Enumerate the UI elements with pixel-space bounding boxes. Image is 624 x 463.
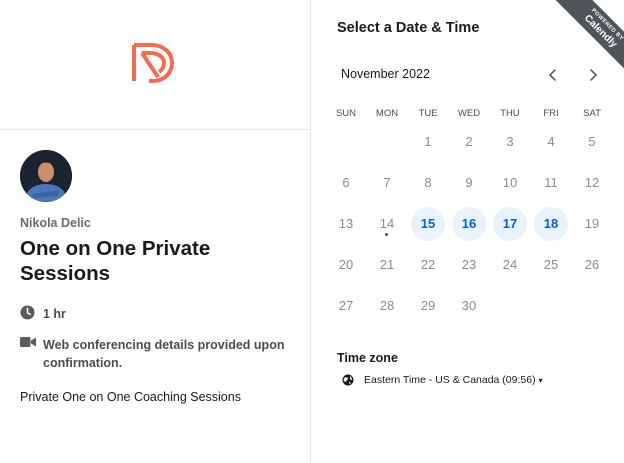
globe-icon <box>342 374 354 386</box>
powered-by-badge[interactable]: POWERED BY Calendly <box>546 0 624 78</box>
weekday-tue: TUE <box>418 108 438 119</box>
timezone-value: Eastern Time - US & Canada (09:56) <box>364 374 536 386</box>
calendar-day: 4 <box>547 134 555 149</box>
weekday-fri: FRI <box>543 108 559 119</box>
calendar-day: 5 <box>588 134 596 149</box>
calendar-day: 23 <box>461 257 477 272</box>
host-name: Nikola Delic <box>20 216 91 230</box>
calendar-day-available[interactable]: 16 <box>452 207 486 241</box>
calendar-day-available[interactable]: 18 <box>534 207 568 241</box>
weekday-thu: THU <box>500 108 520 119</box>
calendar-day: 27 <box>338 298 354 313</box>
calendar-day: 21 <box>379 257 395 272</box>
calendar-day: 3 <box>506 134 514 149</box>
calendar-day: 9 <box>465 175 473 190</box>
calendar-day: 25 <box>543 257 559 272</box>
caret-down-icon: ▾ <box>538 375 543 385</box>
event-title: One on One Private Sessions <box>20 237 211 285</box>
today-indicator <box>385 233 388 236</box>
calendar-day: 24 <box>502 257 518 272</box>
month-label: November 2022 <box>341 67 430 81</box>
calendar-day: 7 <box>383 175 391 190</box>
date-time-picker: Select a Date & Time November 2022 Time … <box>312 0 624 463</box>
conferencing-details: Web conferencing details provided upon c… <box>43 338 285 370</box>
event-description: Private One on One Coaching Sessions <box>20 390 241 404</box>
event-details-panel: Nikola Delic One on One Private Sessions… <box>0 0 311 463</box>
calendar-day: 14 <box>370 207 404 241</box>
weekday-sat: SAT <box>583 108 601 119</box>
event-duration: 1 hr <box>43 307 66 321</box>
calendar-day: 1 <box>424 134 432 149</box>
calendar-day: 28 <box>379 298 395 313</box>
weekday-mon: MON <box>375 108 399 119</box>
calendar-day: 26 <box>584 257 600 272</box>
calendar-day: 30 <box>461 298 477 313</box>
picker-heading: Select a Date & Time <box>337 20 480 36</box>
weekday-wed: WED <box>457 108 481 119</box>
calendar-day: 2 <box>465 134 473 149</box>
calendar-day-available[interactable]: 15 <box>411 207 445 241</box>
host-avatar <box>20 150 72 202</box>
timezone-label: Time zone <box>337 351 398 365</box>
brand-logo <box>132 43 174 83</box>
calendar-day: 20 <box>338 257 354 272</box>
calendar-day: 10 <box>502 175 518 190</box>
calendar-day: 22 <box>420 257 436 272</box>
timezone-selector[interactable]: Eastern Time - US & Canada (09:56) ▾ <box>342 372 543 388</box>
calendar-day: 19 <box>584 216 600 231</box>
clock-icon <box>20 305 35 320</box>
calendar-day: 29 <box>420 298 436 313</box>
video-camera-icon <box>20 337 36 347</box>
logo-area <box>0 0 310 130</box>
calendar-day-available[interactable]: 17 <box>493 207 527 241</box>
calendar-day: 12 <box>584 175 600 190</box>
calendar-day: 11 <box>544 175 558 190</box>
calendar-day: 6 <box>342 175 350 190</box>
calendar-day: 13 <box>338 216 354 231</box>
weekday-sun: SUN <box>335 108 357 119</box>
calendar-day: 8 <box>424 175 432 190</box>
